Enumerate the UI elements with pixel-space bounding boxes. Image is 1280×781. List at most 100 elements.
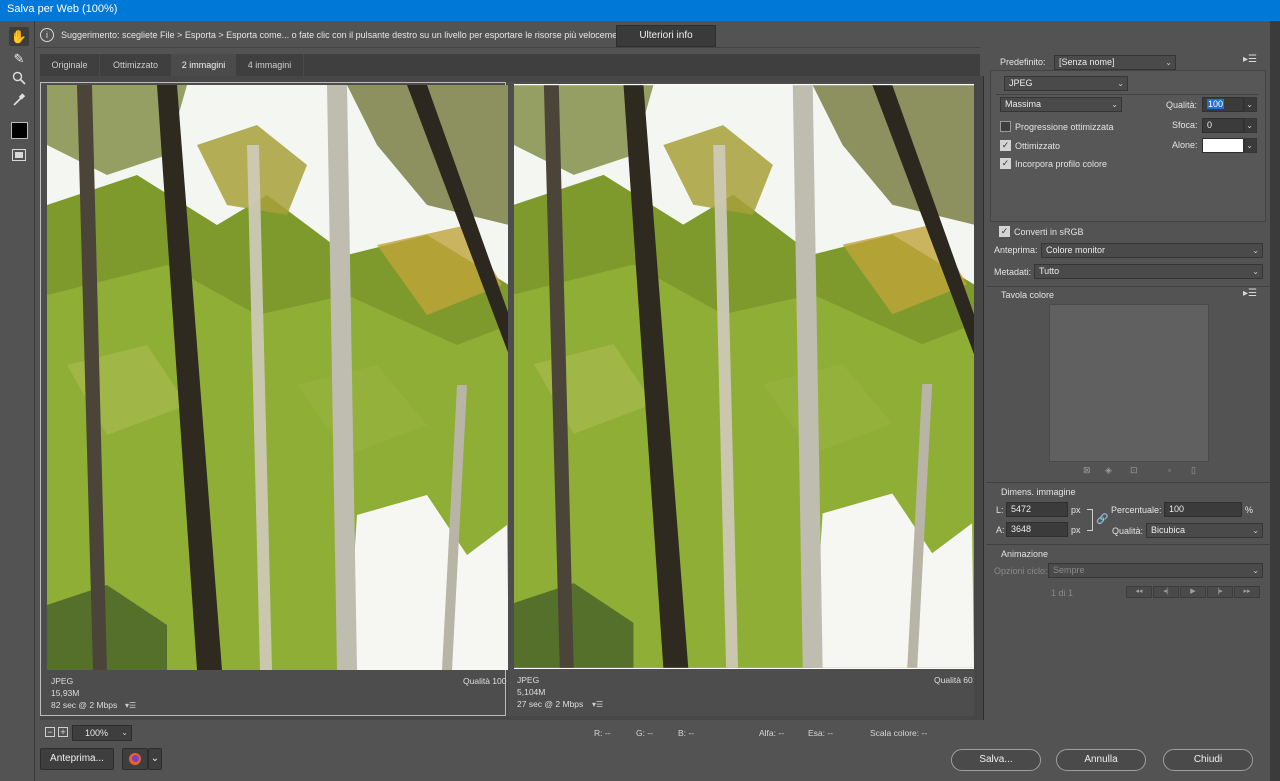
- last-frame-icon[interactable]: ▸▸: [1234, 586, 1260, 598]
- tab-original[interactable]: Originale: [40, 54, 100, 76]
- blur-input[interactable]: 0: [1202, 118, 1244, 133]
- matte-dropdown-chevron-down-icon[interactable]: ⌄: [1244, 138, 1257, 153]
- preview-in-browser-button[interactable]: Anteprima...: [40, 748, 114, 770]
- blur-value: 0: [1207, 120, 1213, 130]
- new-color-icon[interactable]: ▫: [1168, 465, 1171, 475]
- chevron-down-icon: ⌄: [1252, 526, 1259, 535]
- color-table-menu-icon[interactable]: ▸☰: [1243, 288, 1257, 299]
- cancel-button[interactable]: Annulla: [1056, 749, 1146, 771]
- next-frame-icon[interactable]: |▸: [1207, 586, 1233, 598]
- slice-select-tool-icon[interactable]: ✎: [9, 49, 29, 68]
- width-label: L:: [996, 505, 1004, 515]
- pane-menu-icon[interactable]: ▾☰: [592, 700, 603, 709]
- preview-pane-optimized[interactable]: JPEG 5,104M 27 sec @ 2 Mbps Qualità 60 ▾…: [508, 82, 974, 716]
- format-value: JPEG: [1009, 78, 1033, 88]
- zoom-tool-icon[interactable]: [9, 68, 29, 87]
- percent-unit: %: [1245, 505, 1254, 515]
- view-tabs: Originale Ottimizzato 2 immagini 4 immag…: [40, 54, 980, 76]
- hint-text: Suggerimento: scegliete File > Esporta >…: [61, 30, 630, 40]
- zoom-in-button[interactable]: +: [58, 727, 68, 737]
- toggle-slices-icon[interactable]: [9, 145, 29, 164]
- chevron-down-icon: ⌄: [1117, 79, 1124, 88]
- play-icon[interactable]: ▶: [1180, 586, 1206, 598]
- preview-pane-original[interactable]: JPEG 15,93M 82 sec @ 2 Mbps Qualità 100 …: [40, 82, 509, 716]
- eyedropper-color-swatch[interactable]: [11, 122, 28, 139]
- convert-srgb-checkbox[interactable]: ✓: [999, 226, 1010, 237]
- pane-file-size: 15,93M: [51, 688, 80, 698]
- chevron-down-icon: ⌄: [1252, 566, 1259, 575]
- first-frame-icon[interactable]: ◂◂: [1126, 586, 1152, 598]
- blue-readout: B: --: [678, 728, 695, 738]
- color-table-title: Tavola colore: [1001, 290, 1055, 300]
- embed-profile-checkbox[interactable]: ✓: [1000, 158, 1011, 169]
- progressive-label: Progressione ottimizzata: [1015, 122, 1114, 132]
- blur-dropdown-chevron-down-icon[interactable]: ⌄: [1244, 118, 1257, 133]
- close-button[interactable]: Chiudi: [1163, 749, 1253, 771]
- tool-column: ✋ ✎: [0, 21, 35, 781]
- divider: [986, 544, 1270, 545]
- blur-label: Sfoca:: [1172, 120, 1198, 130]
- tab-optimized[interactable]: Ottimizzato: [100, 54, 172, 76]
- eyedropper-tool-icon[interactable]: [9, 90, 29, 109]
- browser-icon[interactable]: [122, 748, 148, 770]
- chevron-down-icon: ⌄: [1252, 246, 1259, 255]
- color-table-grid[interactable]: [1049, 304, 1209, 462]
- loop-options-select[interactable]: Sempre ⌄: [1048, 563, 1263, 578]
- height-input[interactable]: 3648: [1006, 522, 1068, 537]
- chevron-down-icon: ⌄: [1165, 58, 1172, 67]
- preset-select[interactable]: [Senza nome] ⌄: [1054, 55, 1176, 70]
- pane-quality: Qualità 100: [463, 676, 507, 686]
- width-input[interactable]: 5472: [1006, 502, 1068, 517]
- quality-label: Qualità:: [1166, 100, 1198, 110]
- matte-color-swatch[interactable]: [1202, 138, 1244, 153]
- progressive-checkbox[interactable]: [1000, 121, 1011, 132]
- format-select[interactable]: JPEG ⌄: [1004, 76, 1128, 91]
- link-icon[interactable]: 🔗: [1096, 514, 1108, 525]
- quality-input[interactable]: 100: [1202, 97, 1244, 112]
- pane-download-time: 82 sec @ 2 Mbps: [51, 700, 118, 710]
- optimized-checkbox[interactable]: ✓: [1000, 140, 1011, 151]
- percent-label: Percentuale:: [1111, 505, 1162, 515]
- width-value: 5472: [1011, 504, 1032, 514]
- preview-area: JPEG 15,93M 82 sec @ 2 Mbps Qualità 100 …: [40, 76, 984, 720]
- percent-input[interactable]: 100: [1164, 502, 1242, 517]
- quality-preset-select[interactable]: Massima ⌄: [1000, 97, 1122, 112]
- lock-icon[interactable]: ⊡: [1130, 465, 1138, 476]
- loop-options-value: Sempre: [1053, 565, 1085, 575]
- zoom-out-button[interactable]: −: [45, 727, 55, 737]
- more-info-button[interactable]: Ulteriori info: [616, 25, 716, 47]
- preview-select[interactable]: Colore monitor ⌄: [1041, 243, 1263, 258]
- tab-2-up[interactable]: 2 immagini: [172, 54, 236, 76]
- web-shift-icon[interactable]: ◈: [1105, 465, 1112, 476]
- zoom-select[interactable]: 100% ⌄: [72, 725, 132, 741]
- preview-label: Anteprima:: [994, 245, 1038, 255]
- tab-4-up[interactable]: 4 immagini: [236, 54, 304, 76]
- trash-icon[interactable]: ▯: [1191, 465, 1196, 476]
- chevron-down-icon: ⌄: [1252, 267, 1259, 276]
- previous-frame-icon[interactable]: ◂|: [1153, 586, 1179, 598]
- width-unit: px: [1071, 505, 1081, 515]
- map-to-transparent-icon[interactable]: ⊠: [1083, 465, 1091, 476]
- browser-menu-chevron-down-icon[interactable]: ⌄: [148, 748, 162, 770]
- image-size-title: Dimens. immagine: [1001, 487, 1076, 497]
- metadata-select[interactable]: Tutto ⌄: [1034, 264, 1263, 279]
- quality-preset-value: Massima: [1005, 99, 1042, 109]
- save-button[interactable]: Salva...: [951, 749, 1041, 771]
- hand-tool-icon[interactable]: ✋: [9, 27, 29, 46]
- loop-options-label: Opzioni ciclo:: [994, 566, 1048, 576]
- pane-format: JPEG: [517, 675, 540, 685]
- quality-dropdown-chevron-down-icon[interactable]: ⌄: [1244, 97, 1257, 112]
- alpha-readout: Alfa: --: [759, 728, 785, 738]
- height-label: A:: [996, 525, 1005, 535]
- frame-counter: 1 di 1: [1051, 588, 1074, 598]
- resample-select[interactable]: Bicubica ⌄: [1146, 523, 1263, 538]
- info-icon: i: [40, 28, 54, 42]
- pane-quality: Qualità 60: [934, 675, 973, 685]
- window-title: Salva per Web (100%): [7, 3, 118, 15]
- divider: [996, 94, 1258, 95]
- panel-menu-icon[interactable]: ▸☰: [1243, 54, 1257, 65]
- window-title-bar[interactable]: Salva per Web (100%): [0, 0, 1280, 21]
- resample-value: Bicubica: [1151, 525, 1186, 535]
- pane-menu-icon[interactable]: ▾☰: [125, 701, 136, 710]
- convert-srgb-label: Converti in sRGB: [1014, 227, 1084, 237]
